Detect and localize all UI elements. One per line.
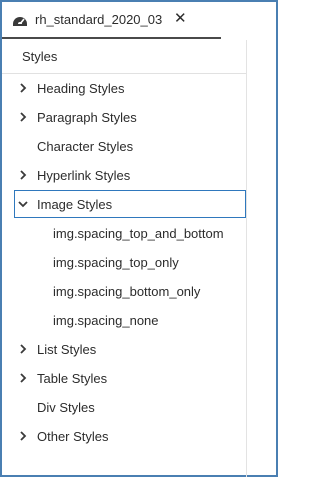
chevron-right-icon[interactable]: [18, 373, 28, 383]
tab-bar: rh_standard_2020_03 ✕: [2, 2, 276, 40]
tree-item-hyperlink-styles[interactable]: Hyperlink Styles: [2, 161, 246, 190]
tree-item-label: Table Styles: [37, 371, 108, 386]
tree-item-label: img.spacing_top_only: [53, 255, 179, 270]
tree-item-label: Heading Styles: [37, 81, 125, 96]
chevron-right-icon[interactable]: [18, 344, 28, 354]
tree-item-img-spacing-bottom-only[interactable]: img.spacing_bottom_only: [2, 277, 246, 306]
tree-item-list-styles[interactable]: List Styles: [2, 335, 246, 364]
tree-item-img-spacing-top-only[interactable]: img.spacing_top_only: [2, 248, 246, 277]
panel-title: Styles: [22, 49, 58, 64]
tree-item-label: Other Styles: [37, 429, 109, 444]
chevron-right-icon[interactable]: [18, 170, 28, 180]
close-icon[interactable]: ✕: [174, 10, 187, 28]
chevron-right-icon[interactable]: [18, 431, 28, 441]
tab-rh-standard[interactable]: rh_standard_2020_03 ✕: [2, 2, 221, 39]
tab-title: rh_standard_2020_03: [35, 12, 163, 27]
tree-item-label: List Styles: [37, 342, 97, 357]
tree-item-img-spacing-top-and-bottom[interactable]: img.spacing_top_and_bottom: [2, 219, 246, 248]
chevron-right-icon[interactable]: [18, 83, 28, 93]
tree-item-label: Div Styles: [37, 400, 95, 415]
tree-item-label: Character Styles: [37, 139, 134, 154]
tree-item-label: Hyperlink Styles: [37, 168, 131, 183]
dashboard-gauge-icon: [13, 17, 27, 26]
tree-item-table-styles[interactable]: Table Styles: [2, 364, 246, 393]
styles-panel: Styles Heading Styles Paragraph Styles C…: [2, 40, 246, 477]
tree-item-paragraph-styles[interactable]: Paragraph Styles: [2, 103, 246, 132]
tree-item-label: img.spacing_bottom_only: [53, 284, 201, 299]
tree-item-div-styles[interactable]: Div Styles: [2, 393, 246, 422]
panel-divider: [246, 40, 247, 477]
chevron-down-icon[interactable]: [18, 199, 28, 209]
tree-item-label: img.spacing_none: [53, 313, 159, 328]
tree-item-character-styles[interactable]: Character Styles: [2, 132, 246, 161]
tree-item-heading-styles[interactable]: Heading Styles: [2, 74, 246, 103]
tree-item-image-styles[interactable]: Image Styles: [14, 190, 246, 218]
panel-header: Styles: [2, 40, 246, 74]
tree-item-other-styles[interactable]: Other Styles: [2, 422, 246, 451]
tree-item-img-spacing-none[interactable]: img.spacing_none: [2, 306, 246, 335]
tree-item-label: Image Styles: [37, 197, 113, 212]
tree-item-label: Paragraph Styles: [37, 110, 137, 125]
chevron-right-icon[interactable]: [18, 112, 28, 122]
window-frame: rh_standard_2020_03 ✕ Styles Heading Sty…: [0, 0, 278, 477]
tree-item-label: img.spacing_top_and_bottom: [53, 226, 224, 241]
